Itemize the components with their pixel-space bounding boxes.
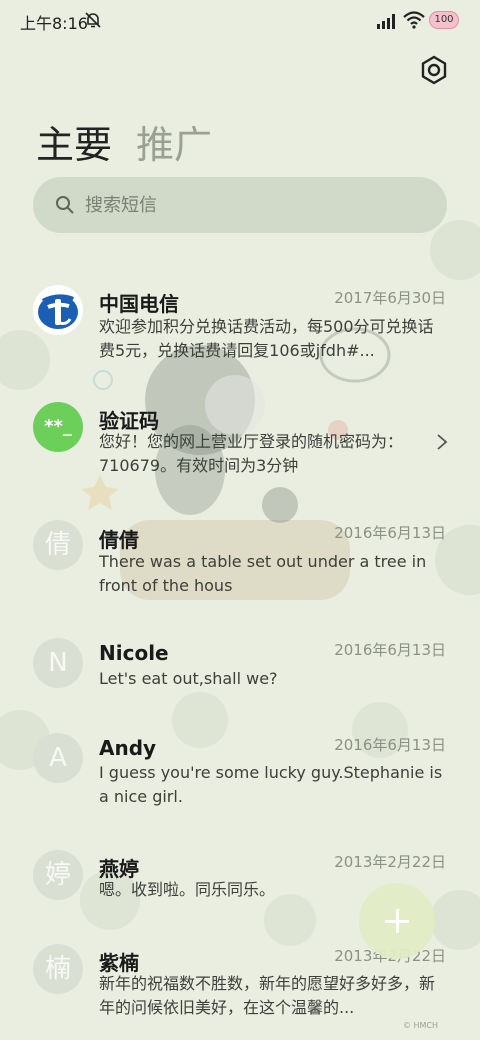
- conversation-sender: Andy: [99, 736, 157, 760]
- tab-primary[interactable]: 主要: [36, 114, 112, 169]
- conversation-item[interactable]: 倩 倩倩 2016年6月13日 There was a table set ou…: [0, 520, 480, 600]
- watermark: © HMCH: [403, 1021, 439, 1030]
- status-bar: 上午8:16 100: [0, 0, 480, 42]
- conversation-item[interactable]: A Andy 2016年6月13日 I guess you're some lu…: [0, 733, 480, 813]
- plus-icon-vertical: [396, 909, 399, 933]
- conversation-preview: 您好！您的网上营业厅登录的随机密码为：710679。有效时间为3分钟: [99, 432, 404, 475]
- conversation-sender: Nicole: [99, 641, 169, 665]
- tab-promotions[interactable]: 推广: [136, 114, 212, 169]
- conversation-date: 2016年6月13日: [334, 736, 446, 754]
- mute-icon: [85, 12, 101, 28]
- contact-avatar: N: [33, 638, 83, 688]
- conversation-date: 2016年6月13日: [334, 641, 446, 659]
- verification-code-avatar: **_: [33, 402, 83, 452]
- search-icon: [56, 196, 74, 214]
- settings-icon[interactable]: [418, 54, 450, 86]
- conversation-preview: Let's eat out,shall we?: [99, 669, 278, 688]
- search-input[interactable]: [85, 177, 425, 233]
- contact-avatar: 婷: [33, 850, 83, 900]
- conversation-date: 2016年6月13日: [334, 524, 446, 542]
- conversation-item[interactable]: **_ 验证码 您好！您的网上营业厅登录的随机密码为：710679。有效时间为3…: [0, 402, 480, 482]
- conversation-preview: I guess you're some lucky guy.Stephanie …: [99, 763, 443, 806]
- contact-avatar: 楠: [33, 944, 83, 994]
- search-bar[interactable]: [33, 177, 447, 233]
- battery-indicator: 100: [429, 11, 459, 29]
- conversation-item[interactable]: N Nicole 2016年6月13日 Let's eat out,shall …: [0, 638, 480, 694]
- contact-avatar: A: [33, 733, 83, 783]
- conversation-sender: 中国电信: [99, 292, 179, 316]
- conversation-preview: 欢迎参加积分兑换话费活动，每500分可兑换话费5元，兑换话费请回复106或jfd…: [99, 317, 434, 360]
- compose-button[interactable]: [359, 883, 435, 959]
- conversation-date: 2013年2月22日: [334, 853, 446, 871]
- conversation-item[interactable]: 中国电信 2017年6月30日 欢迎参加积分兑换话费活动，每500分可兑换话费5…: [0, 285, 480, 365]
- chevron-right-icon[interactable]: [436, 433, 448, 451]
- contact-avatar: 倩: [33, 520, 83, 570]
- telecom-logo-avatar: [33, 285, 83, 335]
- wifi-icon: [403, 11, 425, 29]
- conversation-preview: 新年的祝福数不胜数，新年的愿望好多好多，新年的问候依旧美好，在这个温馨的...: [99, 974, 436, 1017]
- conversation-date: 2017年6月30日: [334, 289, 446, 307]
- battery-level: 100: [434, 14, 454, 25]
- conversation-preview: There was a table set out under a tree i…: [99, 552, 427, 595]
- conversation-sender: 倩倩: [99, 528, 139, 552]
- signal-icon: [377, 14, 395, 29]
- china-telecom-logo: [33, 285, 83, 335]
- status-time: 上午8:16: [20, 14, 88, 33]
